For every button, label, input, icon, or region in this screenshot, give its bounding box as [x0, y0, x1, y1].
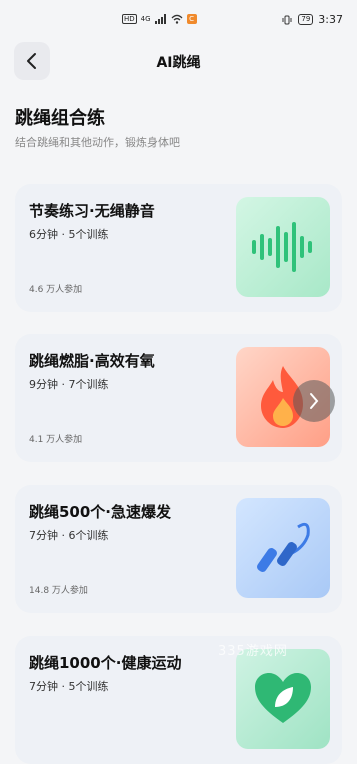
card-title: 跳绳1000个·健康运动	[29, 654, 182, 672]
card-thumbnail	[236, 498, 330, 598]
page-title: AI跳绳	[156, 55, 201, 71]
clock: 3:37	[318, 13, 343, 26]
card-participants: 4.1 万人参加	[29, 435, 83, 445]
card-meta: 7分钟 · 5个训练	[29, 680, 109, 693]
chevron-right-icon	[310, 393, 319, 409]
course-card[interactable]: 跳绳1000个·健康运动 7分钟 · 5个训练	[15, 636, 342, 764]
card-title: 跳绳燃脂·高效有氧	[29, 352, 155, 370]
sound-wave-icon	[252, 222, 312, 272]
battery-indicator: 79	[298, 14, 314, 25]
card-title: 跳绳500个·急速爆发	[29, 503, 172, 521]
card-title: 节奏练习·无绳静音	[29, 202, 155, 220]
signal-icon	[154, 14, 166, 24]
section-subtitle: 结合跳绳和其他动作，锻炼身体吧	[15, 136, 180, 149]
status-left: HD 4G C	[122, 14, 197, 24]
card-participants: 4.6 万人参加	[29, 285, 83, 295]
network-type: 4G	[140, 15, 151, 23]
jump-rope-icon	[257, 522, 310, 572]
status-bar: HD 4G C 79 3:37	[0, 0, 357, 40]
wifi-icon	[171, 14, 183, 24]
app-notification-icon: C	[186, 14, 197, 24]
vibrate-icon	[282, 15, 292, 24]
section-title: 跳绳组合练	[15, 108, 105, 129]
card-thumbnail	[236, 649, 330, 749]
status-right: 79 3:37	[281, 13, 343, 26]
heart-leaf-icon	[255, 673, 311, 723]
hd-badge: HD	[122, 14, 137, 24]
watermark: 335游戏网	[218, 644, 288, 659]
card-thumbnail	[236, 197, 330, 297]
next-arrow-button[interactable]	[293, 380, 335, 422]
course-card[interactable]: 跳绳500个·急速爆发 7分钟 · 6个训练 14.8 万人参加	[15, 485, 342, 613]
card-meta: 6分钟 · 5个训练	[29, 228, 109, 241]
card-participants: 14.8 万人参加	[29, 586, 88, 596]
card-meta: 7分钟 · 6个训练	[29, 529, 109, 542]
card-meta: 9分钟 · 7个训练	[29, 378, 109, 391]
course-card[interactable]: 节奏练习·无绳静音 6分钟 · 5个训练 4.6 万人参加	[15, 184, 342, 312]
